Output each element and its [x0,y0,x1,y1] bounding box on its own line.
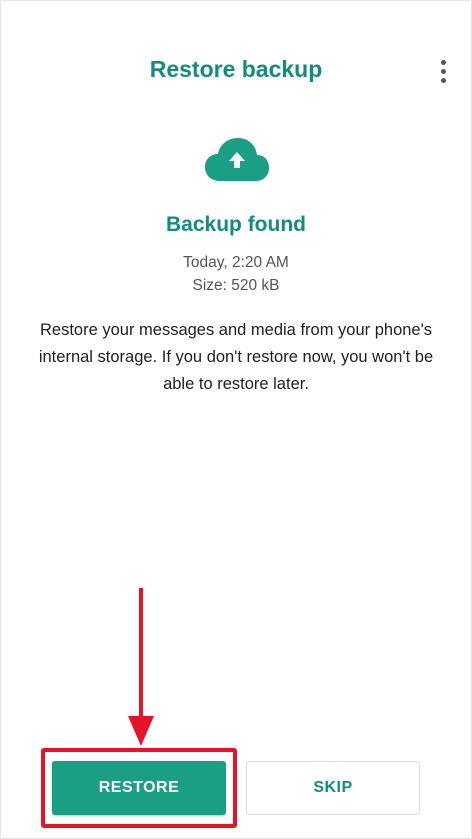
backup-size: Size: 520 kB [192,277,280,294]
menu-dot [440,59,446,65]
menu-dot [440,68,446,74]
cloud-upload-icon [205,138,269,181]
restore-backup-screen: Restore backup Backup found Today, 2:20 … [0,0,472,839]
backup-found-heading: Backup found [166,213,306,236]
more-options-icon[interactable] [429,53,457,89]
top-bar: Restore backup [1,1,471,131]
restore-description: Restore your messages and media from you… [38,321,434,393]
skip-button[interactable]: SKIP [246,761,420,815]
restore-button[interactable]: RESTORE [52,761,226,815]
menu-dot [440,77,446,83]
backup-time: Today, 2:20 AM [183,254,289,271]
red-arrow-annotation [128,588,154,746]
page-title: Restore backup [149,56,323,82]
